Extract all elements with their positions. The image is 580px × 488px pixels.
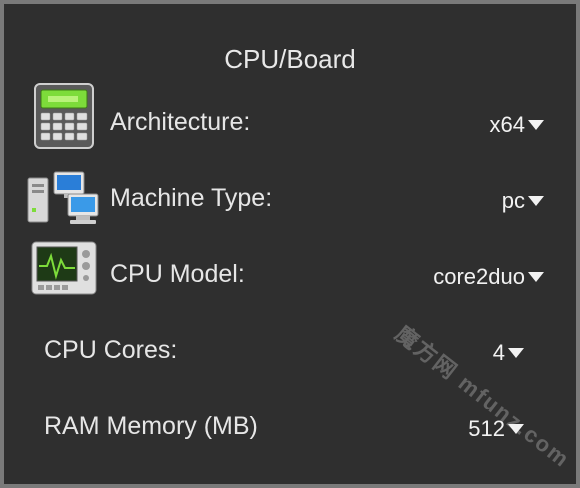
cpu-model-dropdown[interactable]: core2duo: [433, 264, 544, 290]
machine-type-label: Machine Type:: [110, 184, 273, 212]
cpu-model-label: CPU Model:: [110, 260, 245, 288]
cpu-model-row: CPU Model: core2duo: [4, 238, 576, 308]
machine-type-value: pc: [501, 188, 525, 213]
cpu-cores-label: CPU Cores:: [44, 336, 178, 364]
architecture-dropdown[interactable]: x64: [490, 112, 544, 138]
architecture-row: Architecture: x64: [4, 82, 576, 152]
panel-title: CPU/Board: [224, 44, 356, 74]
architecture-value: x64: [489, 112, 525, 137]
ram-memory-label: RAM Memory (MB): [44, 412, 258, 440]
cpu-board-panel: CPU/Board Architecture: x64 Machine Type…: [4, 4, 576, 484]
monitor-icon: [30, 238, 98, 306]
chevron-down-icon: [528, 196, 544, 206]
calculator-icon: [32, 82, 96, 150]
cpu-cores-dropdown[interactable]: 4: [493, 340, 524, 366]
architecture-label: Architecture:: [110, 108, 251, 136]
chevron-down-icon: [528, 120, 544, 130]
chevron-down-icon: [508, 348, 524, 358]
machine-type-dropdown[interactable]: pc: [502, 188, 544, 214]
chevron-down-icon: [528, 272, 544, 282]
machine-type-row: Machine Type: pc: [4, 164, 576, 234]
cpu-cores-value: 4: [492, 340, 505, 365]
computers-icon: [26, 168, 102, 236]
cpu-model-value: core2duo: [433, 264, 525, 289]
